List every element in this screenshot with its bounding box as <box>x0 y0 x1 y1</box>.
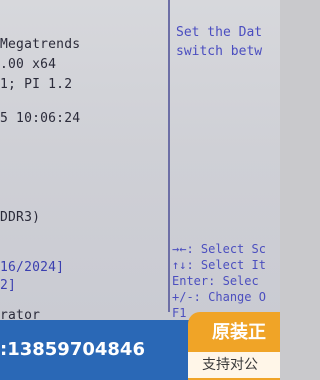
bios-version: .00 x64 <box>0 57 57 72</box>
system-time[interactable]: 2] <box>0 278 16 293</box>
help-text-line-2: switch betw <box>176 44 263 59</box>
badge-subtitle: 支持对公 <box>188 352 280 378</box>
build-date-time: 5 10:06:24 <box>0 111 81 126</box>
hint-key: ↑↓: <box>172 258 194 272</box>
hint-f1-help: F1 <box>172 306 186 320</box>
seller-phone-number: :13859704846 <box>0 339 145 360</box>
hint-key: Enter: <box>172 274 216 288</box>
hint-key: +/-: <box>172 290 201 304</box>
system-date[interactable]: 16/2024] <box>0 260 64 275</box>
compliance-info: 1; PI 1.2 <box>0 77 73 92</box>
firmware-vendor: Megatrends <box>0 37 81 52</box>
panel-divider <box>168 0 170 312</box>
hint-text: Select Sc <box>200 242 266 256</box>
hint-select-item: ↑↓: Select It <box>172 258 266 272</box>
hint-select-screen: →←: Select Sc <box>172 242 266 256</box>
hint-key: F1 <box>172 306 187 320</box>
hint-text: Selec <box>222 274 259 288</box>
hint-text: Select It <box>200 258 266 272</box>
genuine-badge: 原装正 支持对公 <box>188 312 280 380</box>
hint-enter-select: Enter: Selec <box>172 274 259 288</box>
hint-key: →←: <box>172 242 194 256</box>
help-text-line-1: Set the Dat <box>176 25 263 40</box>
badge-title: 原装正 <box>212 322 266 343</box>
hint-text: Change O <box>208 290 266 304</box>
memory-type: DDR3) <box>0 210 41 225</box>
hint-change-option: +/-: Change O <box>172 290 266 304</box>
